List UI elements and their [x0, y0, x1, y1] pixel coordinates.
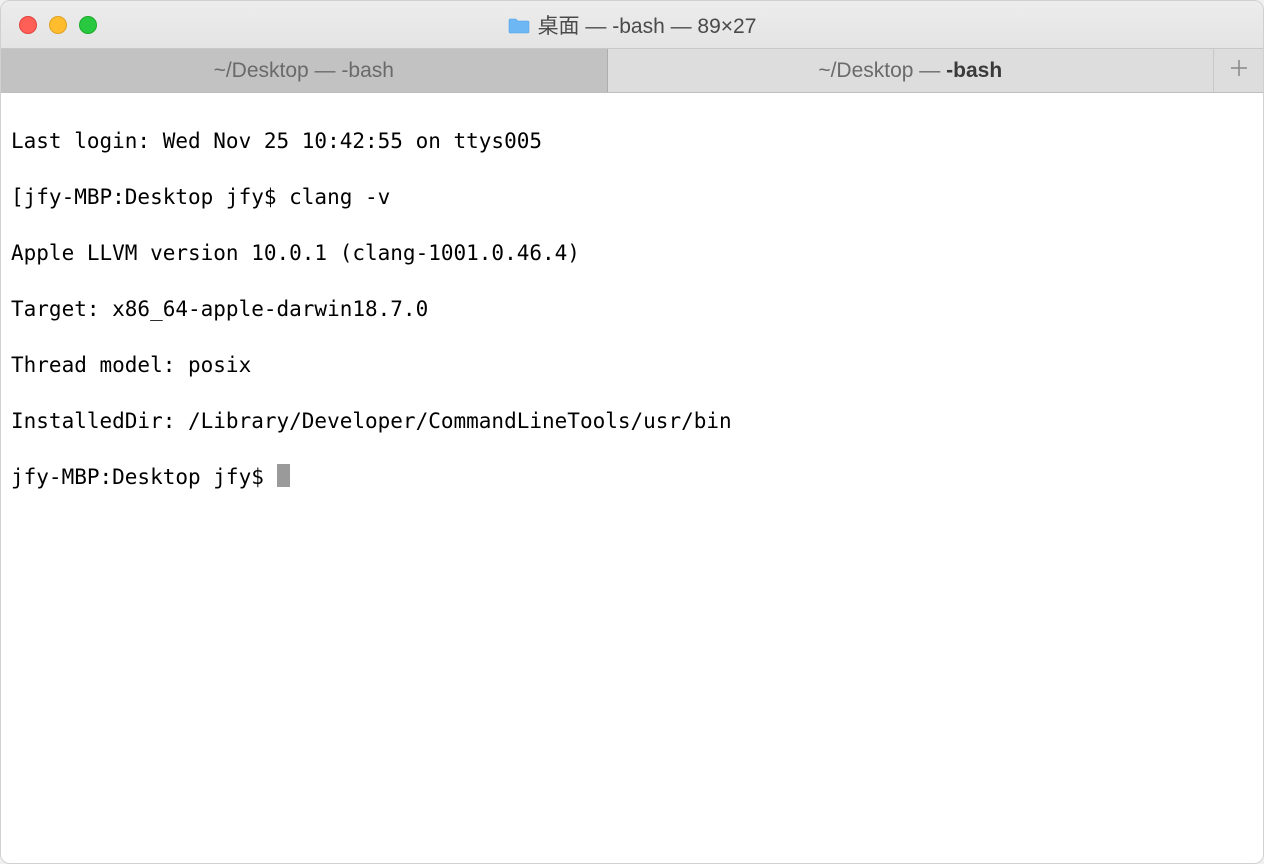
title-container: 桌面 — -bash — 89×27: [1, 10, 1263, 40]
traffic-lights: [19, 16, 97, 34]
terminal-window: 桌面 — -bash — 89×27 ~/Desktop — -bash ~/D…: [0, 0, 1264, 864]
terminal-line: Target: x86_64-apple-darwin18.7.0: [11, 295, 1253, 323]
terminal-line: Last login: Wed Nov 25 10:42:55 on ttys0…: [11, 127, 1253, 155]
minimize-button[interactable]: [49, 16, 67, 34]
window-title: 桌面 — -bash — 89×27: [538, 10, 757, 40]
terminal-line: Thread model: posix: [11, 351, 1253, 379]
zoom-button[interactable]: [79, 16, 97, 34]
tab-2[interactable]: ~/Desktop — -bash: [608, 49, 1214, 92]
tab-2-prefix: ~/Desktop —: [818, 59, 946, 82]
terminal-body[interactable]: Last login: Wed Nov 25 10:42:55 on ttys0…: [1, 93, 1263, 863]
terminal-line: InstalledDir: /Library/Developer/Command…: [11, 407, 1253, 435]
tabbar: ~/Desktop — -bash ~/Desktop — -bash: [1, 49, 1263, 93]
new-tab-button[interactable]: [1213, 49, 1263, 92]
terminal-line: [jfy-MBP:Desktop jfy$ clang -v: [11, 183, 1253, 211]
tab-2-name: -bash: [946, 59, 1002, 82]
cursor: [277, 464, 290, 487]
close-button[interactable]: [19, 16, 37, 34]
tab-1-name: -bash: [341, 59, 394, 82]
tab-1-prefix: ~/Desktop —: [214, 59, 342, 82]
tab-1[interactable]: ~/Desktop — -bash: [1, 49, 608, 92]
terminal-line: Apple LLVM version 10.0.1 (clang-1001.0.…: [11, 239, 1253, 267]
plus-icon: [1229, 57, 1249, 85]
folder-icon: [508, 16, 530, 34]
terminal-prompt: jfy-MBP:Desktop jfy$: [11, 465, 277, 489]
titlebar[interactable]: 桌面 — -bash — 89×27: [1, 1, 1263, 49]
